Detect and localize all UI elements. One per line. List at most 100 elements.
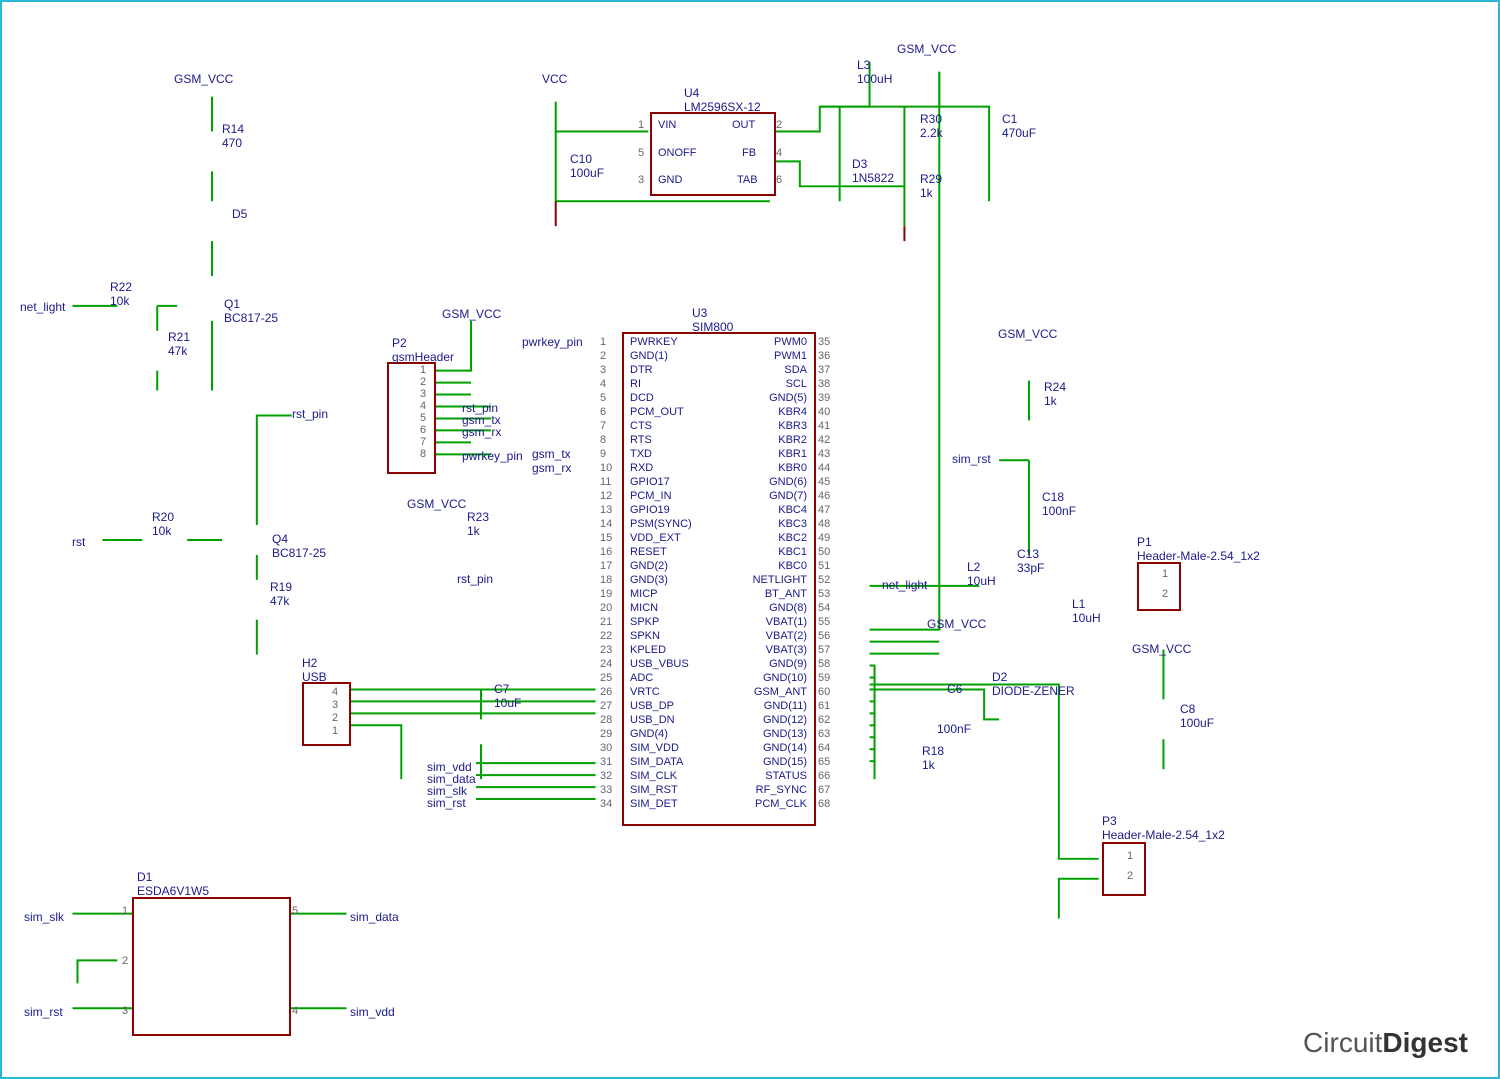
- val-R18: 1k: [922, 758, 935, 772]
- u3-pin-21: 21: [600, 616, 612, 628]
- u3-pinname-33: SIM_RST: [630, 784, 678, 796]
- u3-pinname-68: PCM_CLK: [732, 798, 807, 810]
- u3-pin-52: 52: [818, 574, 830, 586]
- pwr-gsmvcc-7: GSM_VCC: [1132, 642, 1191, 656]
- u3-pin-5: 5: [600, 392, 606, 404]
- u3-pinname-58: GND(9): [732, 658, 807, 670]
- u3-pin-44: 44: [818, 462, 830, 474]
- u3-pin-41: 41: [818, 420, 830, 432]
- u3-pinname-53: BT_ANT: [732, 588, 807, 600]
- u3-pin-48: 48: [818, 518, 830, 530]
- pwr-gsmvcc-4: GSM_VCC: [897, 42, 956, 56]
- ref-C1: C1: [1002, 112, 1017, 126]
- u3-pinname-51: KBC0: [732, 560, 807, 572]
- ref-R29: R29: [920, 172, 942, 186]
- ref-D5: D5: [232, 207, 247, 221]
- u3-pinname-15: VDD_EXT: [630, 532, 681, 544]
- u3-pinname-5: DCD: [630, 392, 654, 404]
- u3-pinname-65: GND(15): [732, 756, 807, 768]
- u3-pinname-6: PCM_OUT: [630, 406, 684, 418]
- u3-pinname-35: PWM0: [732, 336, 807, 348]
- val-C18: 100nF: [1042, 504, 1076, 518]
- val-R22: 10k: [110, 294, 129, 308]
- net-gsmrx-2: gsm_rx: [532, 461, 571, 475]
- val-U4: LM2596SX-12: [684, 100, 761, 114]
- u3-pin-1: 1: [600, 336, 606, 348]
- val-C13: 33pF: [1017, 561, 1044, 575]
- ref-C7: C7: [494, 682, 509, 696]
- net-simslk-2: sim_slk: [24, 910, 64, 924]
- u3-pinname-59: GND(10): [732, 672, 807, 684]
- u3-pin-26: 26: [600, 686, 612, 698]
- u3-pinname-2: GND(1): [630, 350, 668, 362]
- val-C10: 100uF: [570, 166, 604, 180]
- u3-pin-19: 19: [600, 588, 612, 600]
- u3-pinname-62: GND(12): [732, 714, 807, 726]
- ref-R24: R24: [1044, 380, 1066, 394]
- u3-pin-24: 24: [600, 658, 612, 670]
- u3-pin-38: 38: [818, 378, 830, 390]
- u3-pin-67: 67: [818, 784, 830, 796]
- u3-pin-42: 42: [818, 434, 830, 446]
- u3-pinname-50: KBC1: [732, 546, 807, 558]
- pwr-gsmvcc-3: GSM_VCC: [407, 497, 466, 511]
- val-D2: DIODE-ZENER: [992, 684, 1075, 698]
- ref-C13: C13: [1017, 547, 1039, 561]
- u3-pinname-47: KBC4: [732, 504, 807, 516]
- u3-pin-15: 15: [600, 532, 612, 544]
- u3-pinname-21: SPKP: [630, 616, 659, 628]
- ref-U4: U4: [684, 86, 699, 100]
- u3-pinname-28: USB_DN: [630, 714, 675, 726]
- u3-pinname-32: SIM_CLK: [630, 770, 677, 782]
- u3-pin-13: 13: [600, 504, 612, 516]
- net-netlight-out: net_light: [882, 578, 927, 592]
- u3-pin-4: 4: [600, 378, 606, 390]
- ref-R30: R30: [920, 112, 942, 126]
- u3-pin-23: 23: [600, 644, 612, 656]
- u3-pinname-1: PWRKEY: [630, 336, 678, 348]
- u3-pinname-9: TXD: [630, 448, 652, 460]
- val-R29: 1k: [920, 186, 933, 200]
- u3-pin-8: 8: [600, 434, 606, 446]
- u3-pin-59: 59: [818, 672, 830, 684]
- ref-P3: P3: [1102, 814, 1117, 828]
- u3-pinname-57: VBAT(3): [732, 644, 807, 656]
- u3-pinname-13: GPIO19: [630, 504, 670, 516]
- val-R24: 1k: [1044, 394, 1057, 408]
- u3-pin-53: 53: [818, 588, 830, 600]
- val-R19: 47k: [270, 594, 289, 608]
- comp-P1: [1137, 562, 1181, 611]
- u3-pinname-54: GND(8): [732, 602, 807, 614]
- ref-R20: R20: [152, 510, 174, 524]
- u3-pin-31: 31: [600, 756, 612, 768]
- u3-pin-14: 14: [600, 518, 612, 530]
- u3-pinname-18: GND(3): [630, 574, 668, 586]
- ref-R23: R23: [467, 510, 489, 524]
- u3-pinname-34: SIM_DET: [630, 798, 678, 810]
- u3-pinname-37: SDA: [732, 364, 807, 376]
- val-L2: 10uH: [967, 574, 996, 588]
- net-rstpin-3: rst_pin: [457, 572, 493, 586]
- val-H2: USB: [302, 670, 327, 684]
- u3-pin-58: 58: [818, 658, 830, 670]
- ref-P2: P2: [392, 336, 407, 350]
- ref-R22: R22: [110, 280, 132, 294]
- u3-pinname-20: MICN: [630, 602, 658, 614]
- net-netlight-in: net_light: [20, 300, 65, 314]
- u3-pin-55: 55: [818, 616, 830, 628]
- ref-P1: P1: [1137, 535, 1152, 549]
- val-L3: 100uH: [857, 72, 892, 86]
- pwr-gsmvcc-6: GSM_VCC: [927, 617, 986, 631]
- u3-pin-28: 28: [600, 714, 612, 726]
- val-R20: 10k: [152, 524, 171, 538]
- u3-pin-64: 64: [818, 742, 830, 754]
- u3-pin-20: 20: [600, 602, 612, 614]
- u3-pin-11: 11: [600, 476, 611, 488]
- net-gsmrx-1: gsm_rx: [462, 425, 501, 439]
- pwr-gsmvcc-1: GSM_VCC: [174, 72, 233, 86]
- u3-pinname-19: MICP: [630, 588, 658, 600]
- u3-pinname-11: GPIO17: [630, 476, 670, 488]
- u3-pinname-63: GND(13): [732, 728, 807, 740]
- u3-pin-43: 43: [818, 448, 830, 460]
- u3-pin-39: 39: [818, 392, 830, 404]
